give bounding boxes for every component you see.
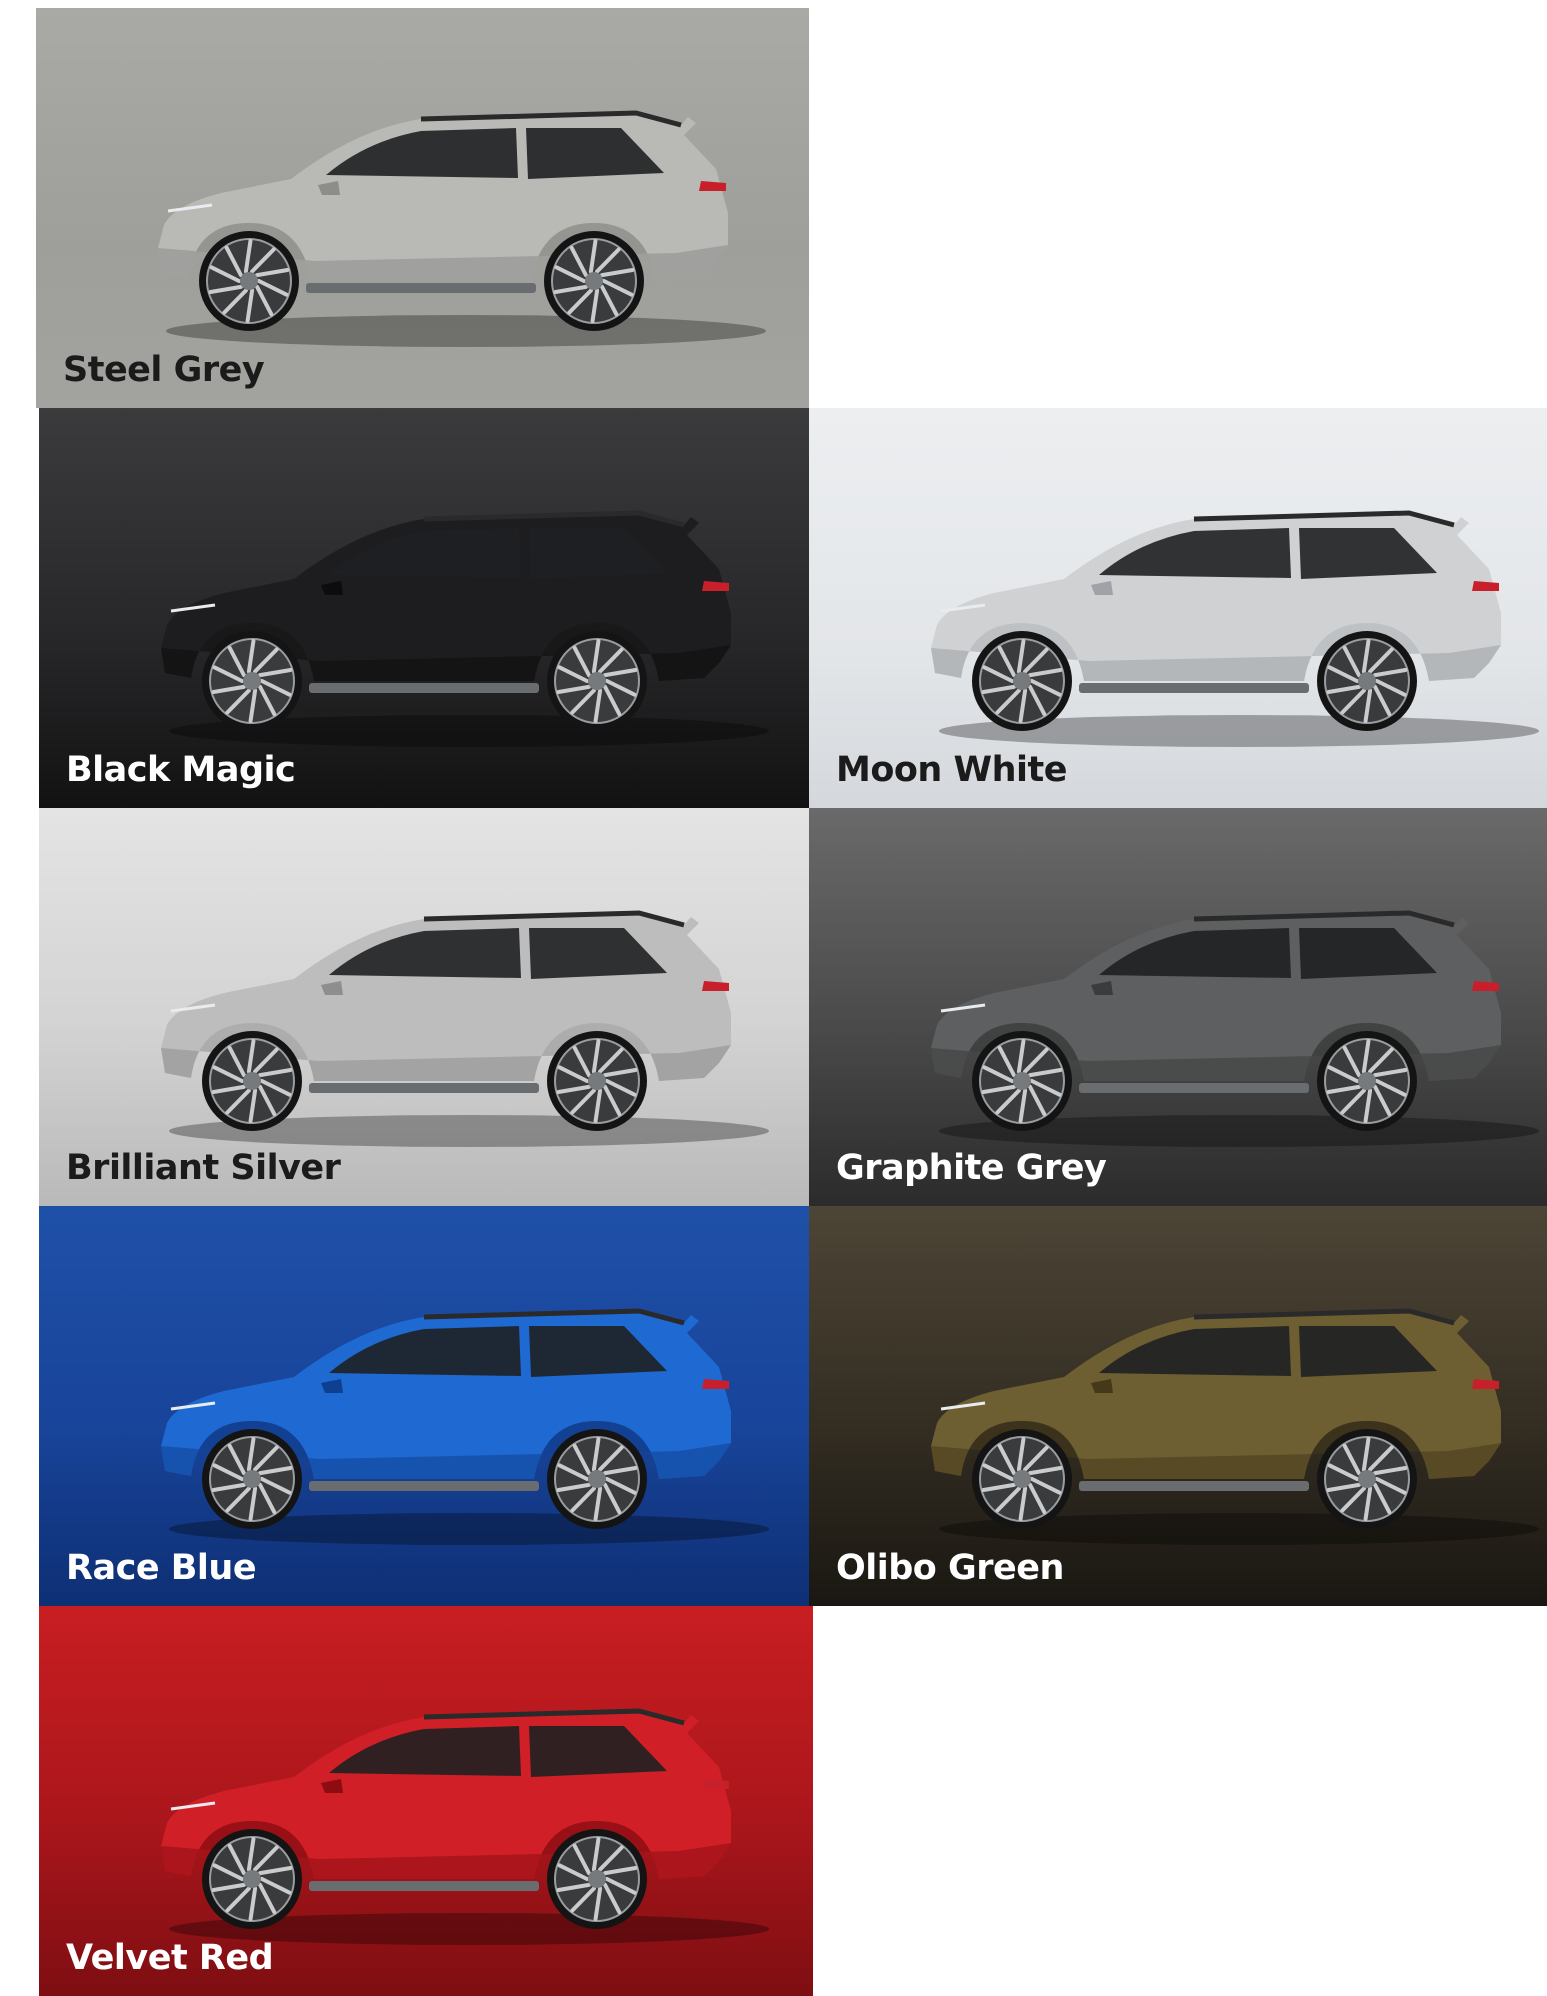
wheel-icon bbox=[547, 631, 647, 731]
wheel-icon bbox=[972, 1429, 1072, 1529]
car-image bbox=[161, 510, 769, 747]
wheel-icon bbox=[547, 1829, 647, 1929]
wheel-icon bbox=[202, 1429, 302, 1529]
wheel-icon bbox=[1317, 1429, 1417, 1529]
wheel-icon bbox=[199, 231, 299, 331]
color-tile-black-magic[interactable]: Black Magic bbox=[39, 408, 809, 808]
color-name-label: Race Blue bbox=[66, 1548, 257, 1588]
wheel-icon bbox=[1317, 1031, 1417, 1131]
car-image bbox=[158, 110, 766, 347]
color-tile-olibo-green[interactable]: Olibo Green bbox=[809, 1206, 1547, 1606]
color-name-label: Graphite Grey bbox=[836, 1148, 1107, 1188]
color-tile-race-blue[interactable]: Race Blue bbox=[39, 1206, 809, 1606]
color-name-label: Velvet Red bbox=[66, 1938, 274, 1978]
wheel-icon bbox=[202, 1031, 302, 1131]
color-tile-velvet-red[interactable]: Velvet Red bbox=[39, 1606, 813, 1996]
color-name-label: Olibo Green bbox=[836, 1548, 1064, 1588]
color-name-label: Steel Grey bbox=[63, 350, 265, 390]
color-name-label: Brilliant Silver bbox=[66, 1148, 341, 1188]
car-image bbox=[161, 1308, 769, 1545]
wheel-icon bbox=[972, 631, 1072, 731]
color-name-label: Black Magic bbox=[66, 750, 296, 790]
color-name-label: Moon White bbox=[836, 750, 1068, 790]
car-image bbox=[931, 910, 1539, 1147]
wheel-icon bbox=[1317, 631, 1417, 731]
car-image bbox=[931, 1308, 1539, 1545]
color-tile-brilliant-silver[interactable]: Brilliant Silver bbox=[39, 808, 809, 1206]
color-tile-graphite-grey[interactable]: Graphite Grey bbox=[809, 808, 1547, 1206]
wheel-icon bbox=[544, 231, 644, 331]
wheel-icon bbox=[547, 1429, 647, 1529]
color-tile-moon-white[interactable]: Moon White bbox=[809, 408, 1547, 808]
wheel-icon bbox=[202, 1829, 302, 1929]
wheel-icon bbox=[972, 1031, 1072, 1131]
car-image bbox=[161, 1708, 769, 1945]
car-image bbox=[161, 910, 769, 1147]
wheel-icon bbox=[547, 1031, 647, 1131]
wheel-icon bbox=[202, 631, 302, 731]
car-image bbox=[931, 510, 1539, 747]
color-tile-steel-grey[interactable]: Steel Grey bbox=[36, 8, 809, 408]
